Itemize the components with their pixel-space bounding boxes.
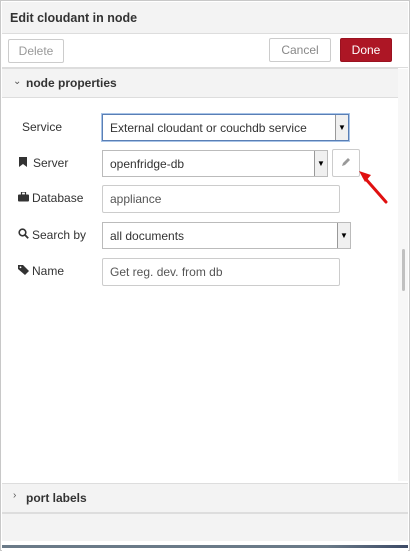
pencil-icon [341, 156, 351, 170]
name-label-row: Name [18, 264, 64, 278]
server-label: Server [33, 156, 69, 170]
bookmark-icon [19, 156, 31, 170]
dropdown-arrow-icon: ▼ [314, 151, 327, 176]
search-by-label: Search by [32, 228, 87, 242]
service-value: External cloudant or couchdb service [110, 121, 307, 135]
database-label: Database [32, 191, 84, 205]
server-select[interactable]: openfridge-db ▼ [102, 150, 328, 177]
dialog-title: Edit cloudant in node [2, 2, 408, 34]
search-by-select[interactable]: all documents ▼ [102, 222, 351, 249]
search-by-label-row: Search by [18, 228, 86, 242]
scrollbar-thumb[interactable] [402, 249, 405, 291]
service-select[interactable]: External cloudant or couchdb service ▼ [102, 114, 349, 141]
edit-node-dialog: Edit cloudant in node Delete Cancel Done… [0, 0, 410, 551]
server-value: openfridge-db [110, 157, 185, 171]
node-properties-header[interactable]: ⌄ node properties [2, 68, 398, 98]
name-label: Name [32, 264, 65, 278]
dialog-footer [2, 513, 408, 541]
briefcase-icon [18, 191, 30, 205]
node-properties-label: node properties [26, 76, 117, 90]
dialog-toolbar: Delete Cancel Done [2, 34, 408, 68]
server-label-row: Server [19, 156, 68, 170]
chevron-down-icon: ⌄ [13, 76, 22, 87]
search-icon [18, 228, 30, 242]
dropdown-arrow-icon: ▼ [337, 223, 350, 248]
chevron-right-icon: › [13, 490, 17, 501]
service-label: Service [22, 120, 63, 134]
database-label-row: Database [18, 191, 83, 205]
port-labels-label: port labels [26, 491, 87, 505]
delete-button[interactable]: Delete [8, 39, 64, 63]
annotation-arrow-icon [359, 171, 388, 204]
taskbar-edge [2, 545, 408, 548]
cancel-button[interactable]: Cancel [269, 38, 331, 62]
database-input[interactable]: appliance [102, 185, 340, 213]
name-input[interactable]: Get reg. dev. from db [102, 258, 340, 286]
port-labels-header[interactable]: › port labels [2, 483, 408, 513]
dropdown-arrow-icon: ▼ [335, 115, 348, 140]
done-button[interactable]: Done [340, 38, 392, 62]
tag-icon [18, 264, 30, 278]
search-by-value: all documents [110, 229, 185, 243]
